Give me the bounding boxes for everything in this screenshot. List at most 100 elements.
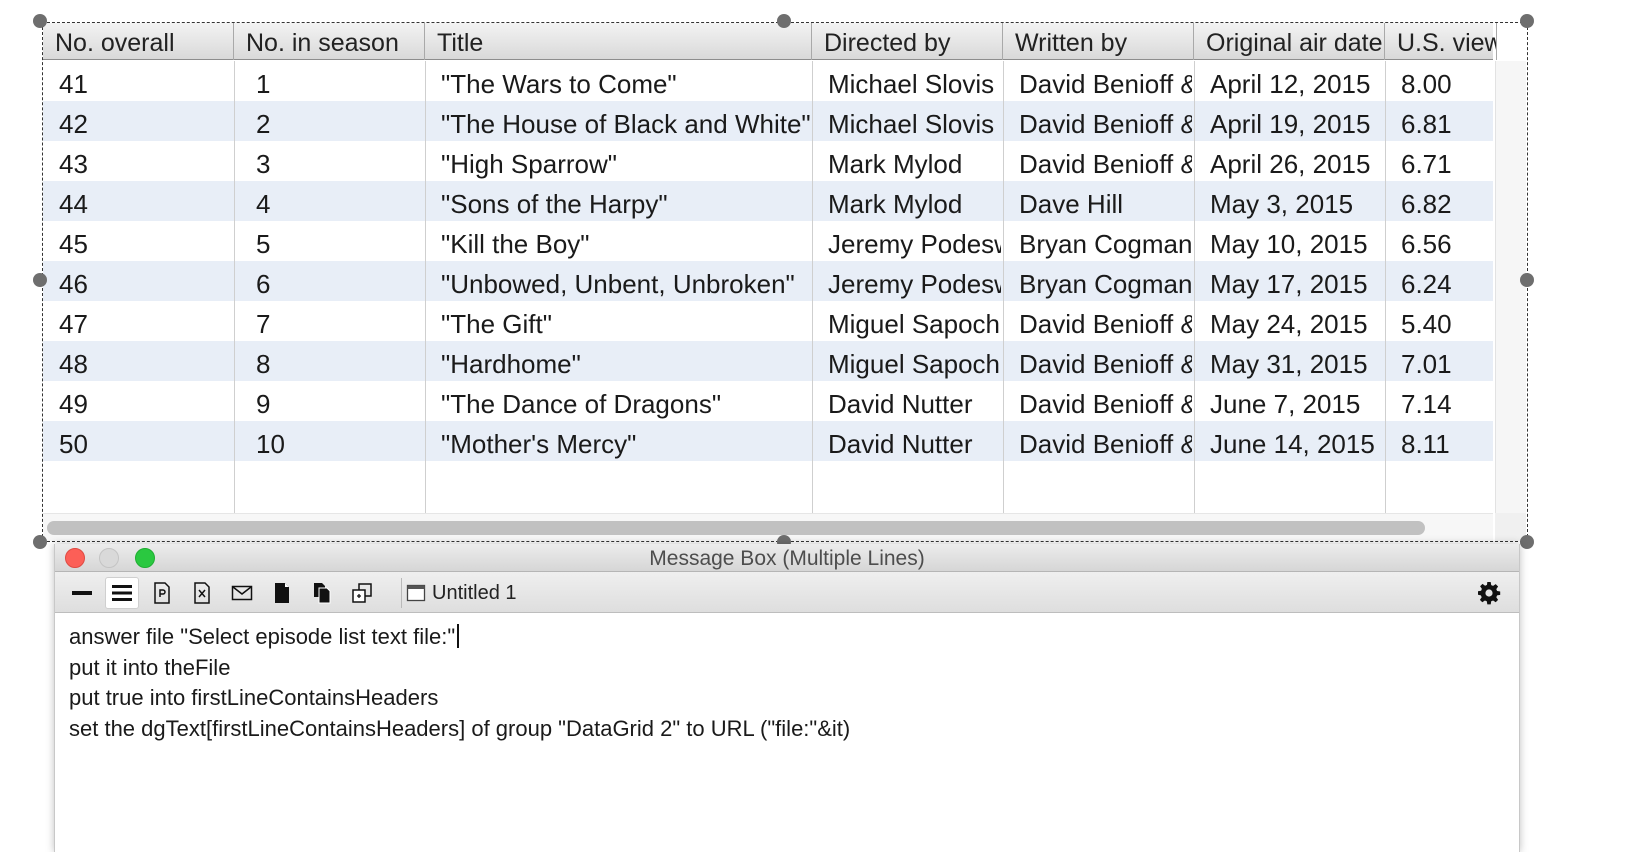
cell-title: "The Gift" [441,309,552,339]
close-button[interactable] [65,548,85,568]
cell-viewers: 6.71 [1401,149,1452,179]
selection-handle-middle-left[interactable] [33,273,47,287]
cell-title: "Mother's Mercy" [441,429,637,459]
minimize-button[interactable] [99,548,119,568]
cell-viewers: 6.24 [1401,269,1452,299]
table-row[interactable]: 47 7 "The Gift" Miguel Sapochnik David Benio… [43,301,1493,341]
table-row[interactable]: 41 1 "The Wars to Come" Michael Slovis David… [43,61,1493,101]
cell-viewers: 6.56 [1401,229,1452,259]
cell-writer: Bryan Cogman [1019,229,1192,259]
selection-handle-top-right[interactable] [1520,14,1534,28]
table-row[interactable]: 50 10 "Mother's Mercy" David Nutter David Be… [43,421,1493,461]
column-divider [812,61,813,513]
pending-messages-button[interactable] [225,577,259,609]
column-header-airdate[interactable]: Original air date [1194,23,1385,60]
message-box-window: Message Box (Multiple Lines) Untitled 1 … [54,544,1520,852]
cell-title: "High Sparrow" [441,149,617,179]
table-row[interactable]: 48 8 "Hardhome" Miguel Sapochnik David Benio… [43,341,1493,381]
table-row[interactable] [43,461,1493,501]
table-row[interactable]: 46 6 "Unbowed, Unbent, Unbroken" Jeremy Pod… [43,261,1493,301]
single-line-button[interactable] [65,577,99,609]
cell-season: 7 [256,309,271,339]
back-scripts-button[interactable] [305,577,339,609]
cell-viewers: 7.14 [1401,389,1452,419]
horizontal-scrollbar-thumb[interactable] [47,521,1425,535]
cell-title: "The House of Black and White" [441,109,810,139]
cell-title: "Sons of the Harpy" [441,189,668,219]
stacks-in-use-button[interactable] [345,577,379,609]
selection-handle-bottom-left[interactable] [33,535,47,549]
cell-airdate: April 12, 2015 [1210,69,1371,99]
cell-viewers: 6.82 [1401,189,1452,219]
cell-airdate: May 10, 2015 [1210,229,1368,259]
maximize-button[interactable] [135,548,155,568]
cell-airdate: April 19, 2015 [1210,109,1371,139]
multiple-lines-button[interactable] [105,577,139,609]
column-divider [234,61,235,513]
selection-handle-middle-right[interactable] [1520,273,1534,287]
cell-season: 4 [256,189,271,219]
cell-director: Miguel Sapochnik [828,309,1001,339]
column-header-overall[interactable]: No. overall [43,23,234,60]
cell-season: 10 [256,429,285,459]
horizontal-scrollbar[interactable] [43,513,1493,541]
data-grid[interactable]: No. overall No. in season Title Directed by… [42,22,1528,542]
gear-icon[interactable] [1477,581,1501,605]
cell-overall: 43 [59,149,88,179]
cell-overall: 44 [59,189,88,219]
script-editor[interactable]: answer file "Select episode list text fi… [55,614,1519,852]
cell-season: 6 [256,269,271,299]
cell-season: 9 [256,389,271,419]
global-variables-button[interactable] [185,577,219,609]
cell-title: "The Wars to Come" [441,69,677,99]
column-header-season[interactable]: No. in season [234,23,425,60]
cell-viewers: 5.40 [1401,309,1452,339]
column-header-viewers[interactable]: U.S. viewers [1385,23,1497,60]
cell-writer: Bryan Cogman [1019,269,1192,299]
table-row[interactable]: 45 5 "Kill the Boy" Jeremy Podeswa Bryan Cog… [43,221,1493,261]
cell-airdate: April 26, 2015 [1210,149,1371,179]
cell-overall: 46 [59,269,88,299]
cell-airdate: May 17, 2015 [1210,269,1368,299]
title-bar[interactable]: Message Box (Multiple Lines) [55,544,1519,572]
front-scripts-button[interactable] [265,577,299,609]
cell-season: 5 [256,229,271,259]
single-line-icon [72,591,92,595]
cell-writer: David Benioff & [1019,149,1192,179]
script-file-icon [154,582,170,604]
table-row[interactable]: 43 3 "High Sparrow" Mark Mylod David Benioff… [43,141,1493,181]
grid-header: No. overall No. in season Title Directed by… [43,23,1497,60]
tab-untitled-1[interactable]: Untitled 1 [401,578,525,608]
column-header-director[interactable]: Directed by [812,23,1003,60]
column-header-title[interactable]: Title [425,23,812,60]
cell-airdate: June 7, 2015 [1210,389,1361,419]
selection-handle-bottom-right[interactable] [1520,535,1534,549]
cell-director: David Nutter [828,429,973,459]
cell-director: Miguel Sapochnik [828,349,1001,379]
column-divider [1194,61,1195,513]
cell-airdate: May 31, 2015 [1210,349,1368,379]
cell-season: 3 [256,149,271,179]
vertical-scrollbar[interactable] [1495,61,1526,513]
selection-handle-top-left[interactable] [33,14,47,28]
cell-airdate: May 24, 2015 [1210,309,1368,339]
column-divider [1385,61,1386,513]
grid-body[interactable]: 41 1 "The Wars to Come" Michael Slovis David… [43,61,1493,513]
cell-viewers: 8.11 [1401,429,1450,459]
cell-season: 8 [256,349,271,379]
global-properties-button[interactable] [145,577,179,609]
script-line: answer file "Select episode list text fi… [69,622,1519,653]
column-header-writer[interactable]: Written by [1003,23,1194,60]
cell-title: "Kill the Boy" [441,229,590,259]
copy-icon [352,583,372,603]
cell-director: Jeremy Podeswa [828,229,1001,259]
cell-season: 1 [256,69,271,99]
text-caret [457,624,460,648]
table-row[interactable]: 49 9 "The Dance of Dragons" David Nutter Dav… [43,381,1493,421]
cell-overall: 45 [59,229,88,259]
selection-handle-top-center[interactable] [777,14,791,28]
table-row[interactable]: 42 2 "The House of Black and White" Michael… [43,101,1493,141]
cell-overall: 47 [59,309,88,339]
table-row[interactable]: 44 4 "Sons of the Harpy" Mark Mylod Dave Hil… [43,181,1493,221]
cell-title: "Unbowed, Unbent, Unbroken" [441,269,795,299]
